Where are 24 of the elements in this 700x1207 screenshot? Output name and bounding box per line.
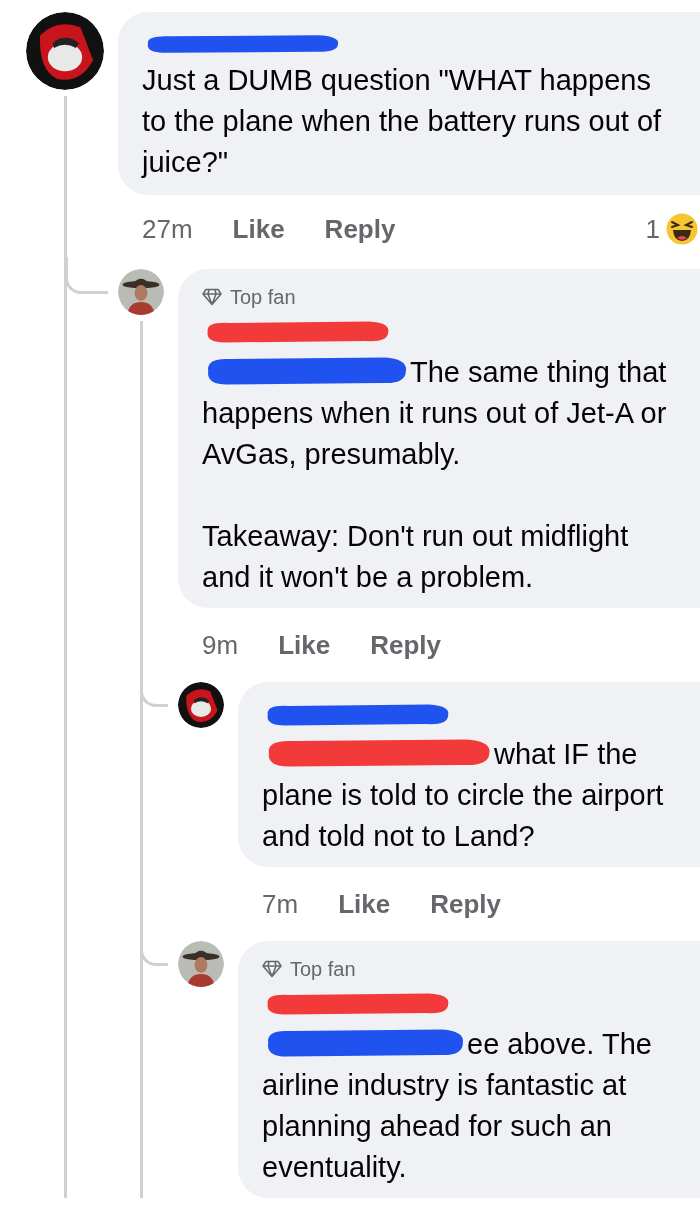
reply-button[interactable]: Reply — [324, 213, 396, 245]
top-fan-label: Top fan — [230, 285, 296, 309]
comment-text: The same thing that happens when it runs out of Jet-A or AvGas, presumably. — [202, 356, 667, 470]
like-button[interactable]: Like — [278, 629, 331, 661]
comment-text: ee above. The airline industry is fantastic at planning ahead for such an eventuality. — [262, 1028, 652, 1183]
comment-time: 9m — [202, 629, 239, 661]
laughing-face-icon[interactable] — [666, 213, 698, 245]
comment-time: 7m — [262, 888, 299, 920]
avatar[interactable] — [178, 941, 224, 987]
diamond-icon — [262, 960, 282, 978]
diamond-icon — [202, 288, 222, 306]
comment-text: Just a DUMB question "WHAT happens to the plane when the battery runs out of juice?" — [142, 64, 662, 178]
reply-button[interactable]: Reply — [370, 629, 441, 661]
avatar[interactable] — [26, 12, 104, 90]
like-button[interactable]: Like — [232, 213, 285, 245]
avatar[interactable] — [118, 269, 164, 315]
reply-button[interactable]: Reply — [430, 888, 501, 920]
comment-time: 27m — [142, 213, 193, 245]
comment-text: what IF the plane is told to circle the airport and told not to Land? — [262, 738, 664, 852]
reaction-count: 1 — [645, 213, 660, 245]
like-button[interactable]: Like — [338, 888, 391, 920]
top-fan-label: Top fan — [290, 957, 356, 981]
avatar[interactable] — [178, 682, 224, 728]
comment-text: Takeaway: Don't run out midflight and it won't be a problem. — [202, 520, 629, 593]
